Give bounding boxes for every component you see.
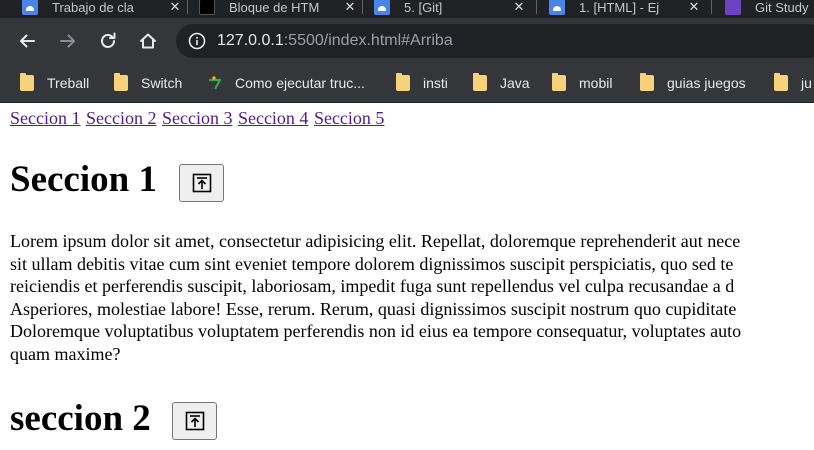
bookmark-label: Treball bbox=[47, 75, 90, 91]
section-2-heading: seccion 2 bbox=[10, 398, 151, 439]
url-path: :5500/index.html#Arriba bbox=[283, 32, 453, 49]
tab-bloque[interactable]: Bloque de HTM ✕ bbox=[199, 0, 357, 18]
section-1-heading: Seccion 1 bbox=[10, 159, 157, 200]
arrow-up-to-top-icon bbox=[185, 411, 204, 431]
bookmark-label: insti bbox=[423, 75, 448, 91]
section-1-paragraph: Lorem ipsum dolor sit amet, consectetur … bbox=[10, 230, 814, 365]
close-icon[interactable]: ✕ bbox=[343, 0, 357, 15]
tab-title: 1. [HTML] - Ej bbox=[579, 0, 660, 15]
tab-html[interactable]: 1. [HTML] - Ej ✕ bbox=[549, 0, 701, 18]
reload-icon bbox=[101, 32, 116, 48]
back-to-top-button[interactable] bbox=[172, 402, 217, 440]
close-icon[interactable]: ✕ bbox=[168, 0, 182, 15]
home-button[interactable] bbox=[136, 29, 160, 53]
bookmark-treball[interactable]: Treball bbox=[20, 73, 89, 93]
reload-button[interactable] bbox=[96, 29, 120, 53]
bookmark-label: Java bbox=[500, 75, 530, 91]
tab-strip: Trabajo de cla ✕ Bloque de HTM ✕ 5. [Git… bbox=[0, 0, 814, 18]
info-icon[interactable] bbox=[188, 32, 206, 50]
bookmark-java[interactable]: Java bbox=[473, 73, 530, 93]
back-button[interactable] bbox=[15, 29, 39, 53]
paragraph-line: Doloremque voluptatibus voluptatem perfe… bbox=[10, 321, 742, 341]
paragraph-line: reiciendis et perferendis suscipit, labo… bbox=[10, 276, 735, 296]
codepen-icon bbox=[199, 0, 215, 15]
tab-separator bbox=[187, 0, 188, 14]
arrow-up-to-top-icon bbox=[192, 173, 211, 193]
bookmark-label: guias juegos bbox=[667, 75, 746, 91]
tab-separator bbox=[362, 0, 363, 14]
tab-title: Bloque de HTM bbox=[229, 0, 320, 15]
tab-git-study[interactable]: Git Study bbox=[725, 0, 814, 18]
page-content: Seccion 1 Seccion 2 Seccion 3 Seccion 4 … bbox=[0, 104, 814, 450]
url-host: 127.0.0.1 bbox=[217, 32, 284, 49]
forward-button[interactable] bbox=[56, 29, 80, 53]
paragraph-line: Lorem ipsum dolor sit amet, consectetur … bbox=[10, 231, 741, 251]
bookmark-label: Switch bbox=[141, 75, 183, 91]
tab-title: Git Study bbox=[755, 0, 809, 15]
bookmark-como-ejecutar[interactable]: Como ejecutar truc... bbox=[207, 73, 365, 93]
folder-icon bbox=[396, 73, 410, 91]
bookmark-label: ju bbox=[801, 75, 812, 91]
nav-link-seccion-4[interactable]: Seccion 4 bbox=[238, 108, 308, 128]
docs-icon bbox=[374, 0, 390, 15]
nav-link-seccion-1[interactable]: Seccion 1 bbox=[10, 108, 80, 128]
close-icon[interactable]: ✕ bbox=[512, 0, 526, 15]
docs-icon bbox=[22, 0, 38, 15]
nav-link-seccion-5[interactable]: Seccion 5 bbox=[314, 108, 384, 128]
url-text[interactable]: 127.0.0.1:5500/index.html#Arriba bbox=[217, 32, 453, 50]
tab-title: Trabajo de cla bbox=[52, 0, 134, 15]
close-icon[interactable]: ✕ bbox=[687, 0, 701, 15]
tab-title: 5. [Git] bbox=[404, 0, 443, 15]
bookmark-mobil[interactable]: mobil bbox=[552, 73, 612, 93]
bookmark-guias-juegos[interactable]: guias juegos bbox=[640, 73, 746, 93]
paragraph-line: sit ullam debitis vitae cum sint eveniet… bbox=[10, 253, 734, 274]
folder-icon bbox=[552, 73, 566, 91]
tab-git[interactable]: 5. [Git] ✕ bbox=[374, 0, 526, 18]
bookmark-label: mobil bbox=[579, 75, 613, 91]
section-nav: Seccion 1 Seccion 2 Seccion 3 Seccion 4 … bbox=[10, 108, 385, 129]
tab-trabajo[interactable]: Trabajo de cla ✕ bbox=[22, 0, 182, 18]
bookmark-switch[interactable]: Switch bbox=[114, 73, 182, 93]
bookmark-site-icon bbox=[209, 76, 222, 90]
back-to-top-button[interactable] bbox=[179, 164, 224, 202]
docs-icon bbox=[549, 0, 565, 15]
folder-icon bbox=[640, 73, 654, 91]
tab-separator bbox=[711, 0, 712, 14]
paragraph-line: Asperiores, molestiae labore! Esse, reru… bbox=[10, 298, 737, 319]
home-icon bbox=[140, 33, 156, 49]
bookmark-insti[interactable]: insti bbox=[396, 73, 448, 93]
nav-link-seccion-2[interactable]: Seccion 2 bbox=[86, 108, 156, 128]
bookmarks-bar: Treball Switch Como ejecutar truc... ins… bbox=[0, 64, 814, 103]
paragraph-line: quam maxime? bbox=[10, 343, 121, 364]
forward-arrow-icon bbox=[60, 34, 75, 48]
nav-link-seccion-3[interactable]: Seccion 3 bbox=[162, 108, 232, 128]
folder-icon bbox=[774, 73, 788, 91]
bookmark-ju[interactable]: ju bbox=[774, 73, 812, 93]
folder-icon bbox=[20, 73, 34, 91]
app-icon bbox=[725, 0, 741, 15]
back-arrow-icon bbox=[20, 34, 35, 48]
bookmark-label: Como ejecutar truc... bbox=[235, 75, 365, 91]
address-bar[interactable]: 127.0.0.1:5500/index.html#Arriba bbox=[176, 24, 814, 58]
tab-separator bbox=[536, 0, 537, 14]
folder-icon bbox=[114, 73, 128, 91]
browser-toolbar: 127.0.0.1:5500/index.html#Arriba bbox=[0, 18, 814, 64]
folder-icon bbox=[473, 73, 487, 91]
